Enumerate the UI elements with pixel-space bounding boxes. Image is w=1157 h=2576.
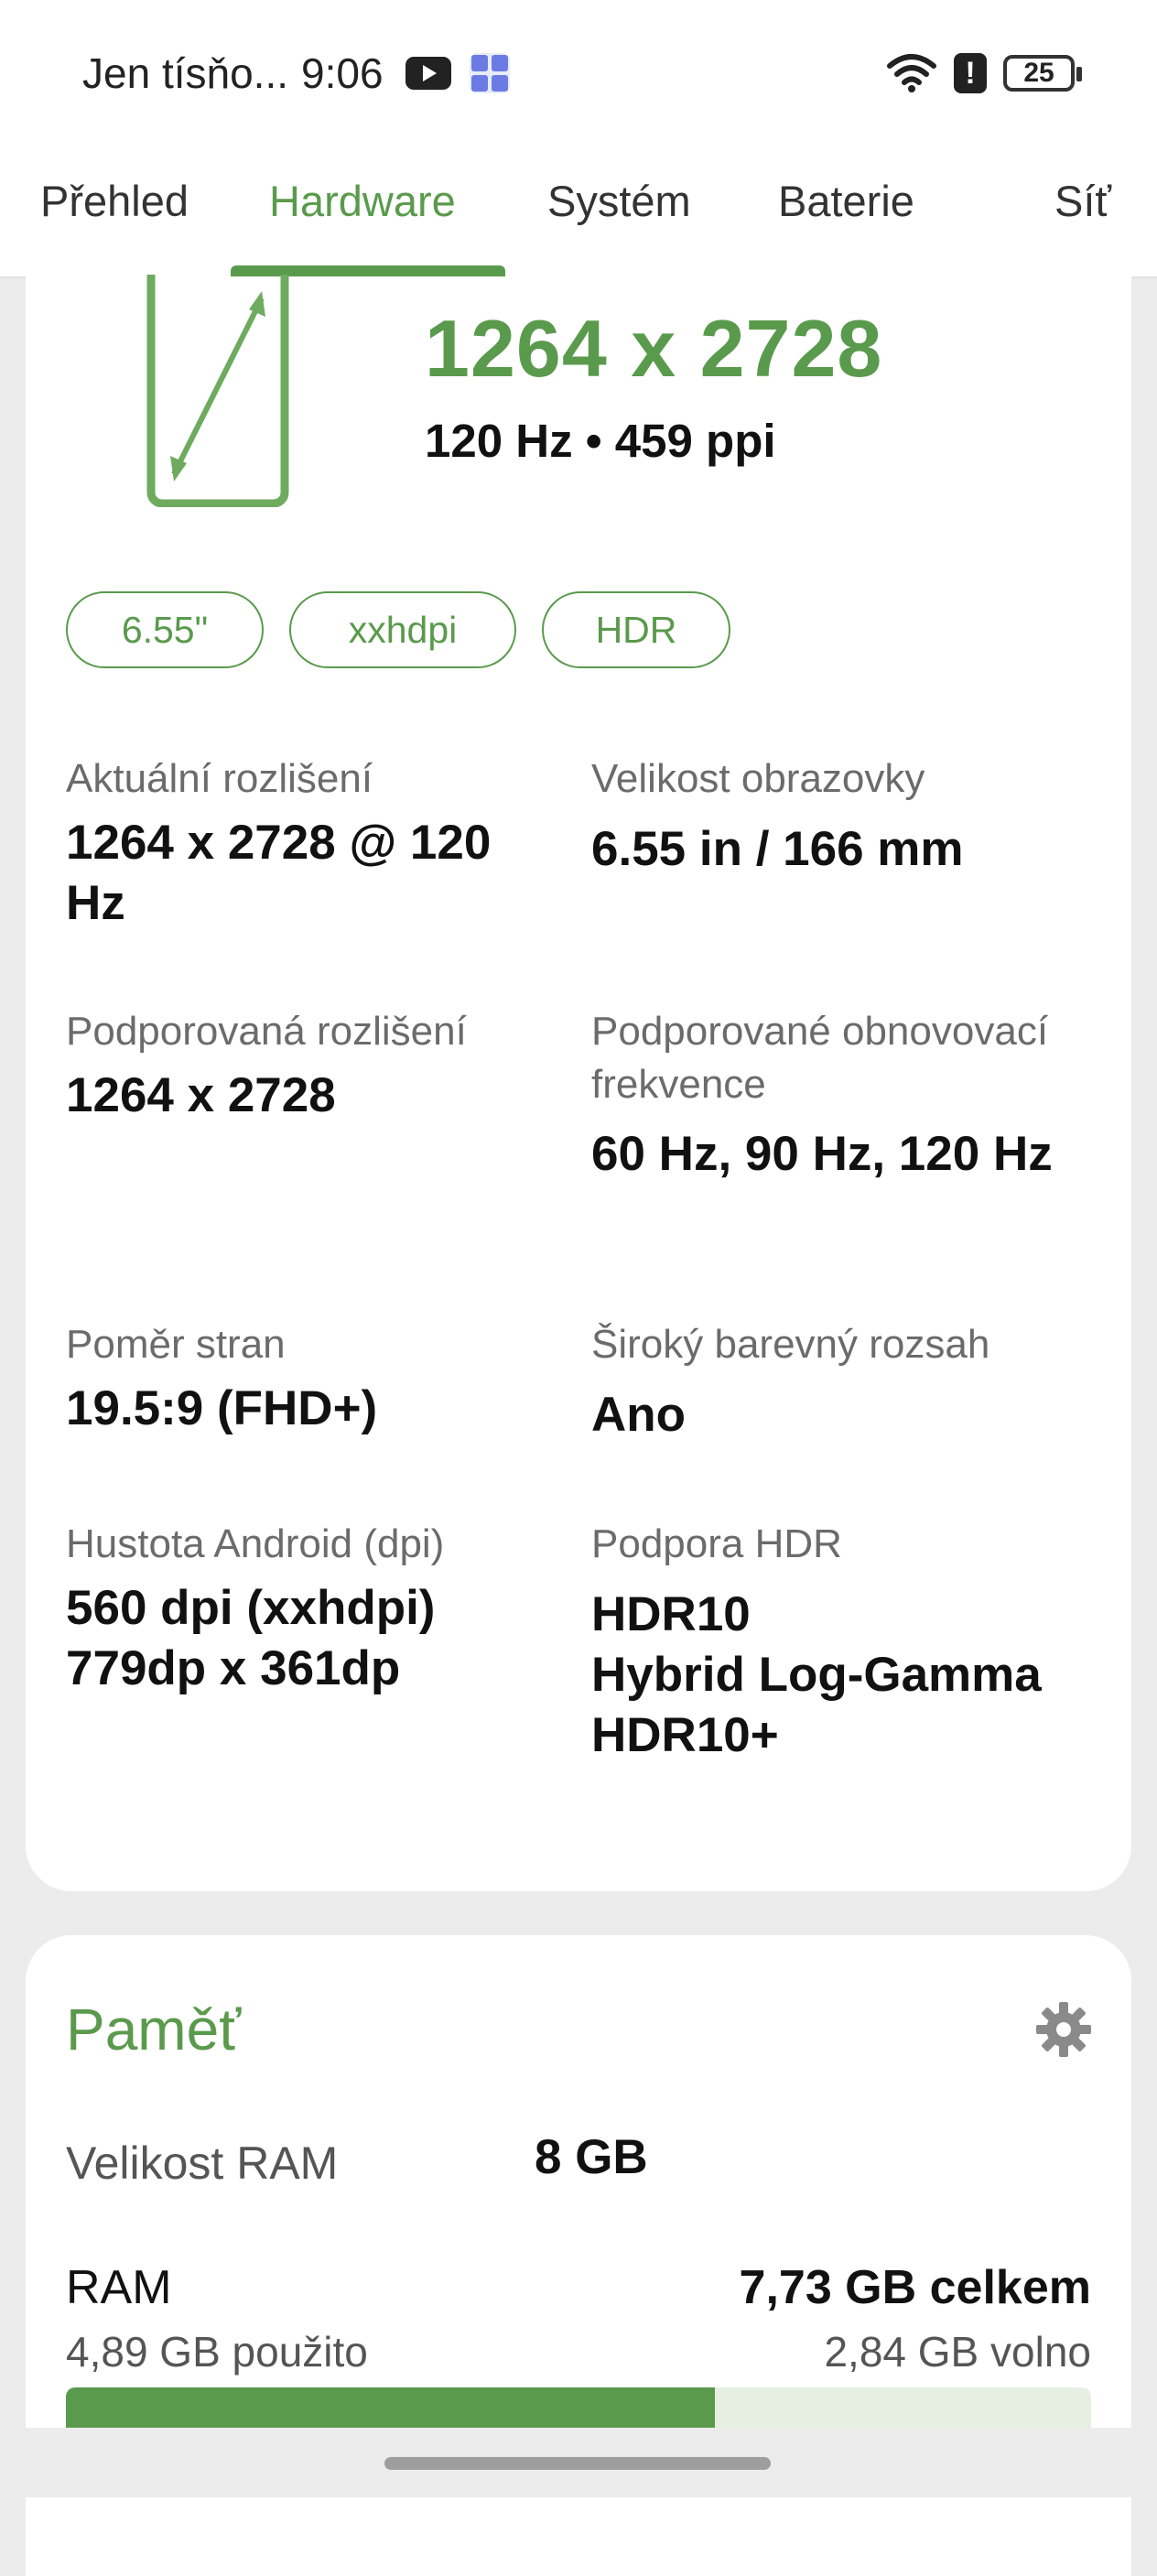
gesture-handle[interactable] xyxy=(384,2457,771,2470)
status-left: Jen tísňo... 9:06 xyxy=(82,46,510,101)
chip-screen-size: 6.55" xyxy=(66,591,264,668)
app-grid-icon xyxy=(469,53,510,93)
density-value-dpi: 560 dpi (xxhdpi) xyxy=(66,1581,436,1635)
supported-resolutions-value: 1264 x 2728 xyxy=(66,1068,336,1122)
ram-size-label: Velikost RAM xyxy=(66,2138,339,2189)
refresh-density-subtitle: 120 Hz • 459 ppi xyxy=(425,415,776,467)
ram-size-value: 8 GB xyxy=(535,2130,648,2184)
screen-size-label: Velikost obrazovky xyxy=(591,756,925,801)
battery-icon: 25 xyxy=(1003,55,1082,92)
tab-network[interactable]: Síť xyxy=(1054,176,1111,226)
wide-color-value: Ano xyxy=(591,1388,687,1442)
youtube-icon xyxy=(405,57,451,90)
chip-density: xxhdpi xyxy=(289,591,516,668)
ram-label: RAM xyxy=(66,2261,172,2314)
density-label: Hustota Android (dpi) xyxy=(66,1521,445,1566)
screen-size-value: 6.55 in / 166 mm xyxy=(591,822,964,876)
tab-system[interactable]: Systém xyxy=(547,176,691,226)
tab-bar: Přehled Hardware Systém Baterie Síť xyxy=(0,146,1157,278)
status-right: ! 25 xyxy=(886,48,1082,99)
hdr-value-1: HDR10 xyxy=(591,1587,751,1641)
ram-total: 7,73 GB celkem xyxy=(739,2261,1091,2314)
aspect-ratio-value: 19.5:9 (FHD+) xyxy=(66,1381,378,1435)
current-resolution-value: 1264 x 2728 @ 120 Hz xyxy=(66,816,492,930)
status-bar: Jen tísňo... 9:06 ! 25 xyxy=(0,0,1157,146)
tab-hardware[interactable]: Hardware xyxy=(269,176,456,226)
refresh-rates-label: Podporované obnovovací frekvence xyxy=(591,1009,1049,1107)
hdr-label: Podpora HDR xyxy=(591,1521,842,1566)
aspect-ratio-label: Poměr stran xyxy=(66,1322,286,1367)
hdr-value-3: HDR10+ xyxy=(591,1708,779,1762)
tab-overview[interactable]: Přehled xyxy=(40,176,189,226)
clock: 9:06 xyxy=(301,49,384,97)
battery-level: 25 xyxy=(1023,58,1054,88)
wide-color-label: Široký barevný rozsah xyxy=(591,1322,990,1367)
carrier-text: Jen tísňo... xyxy=(82,49,289,97)
tab-battery[interactable]: Baterie xyxy=(778,176,914,226)
refresh-rates-value: 60 Hz, 90 Hz, 120 Hz xyxy=(591,1127,1053,1181)
screen-diagonal-icon xyxy=(146,275,289,507)
wifi-icon xyxy=(887,54,936,92)
current-resolution-label: Aktuální rozlišení xyxy=(66,756,373,801)
resolution-headline: 1264 x 2728 xyxy=(425,303,883,394)
ram-used: 4,89 GB použito xyxy=(66,2328,368,2376)
gear-icon[interactable] xyxy=(1034,2000,1093,2059)
alert-icon: ! xyxy=(954,53,987,93)
ram-free: 2,84 GB volno xyxy=(824,2328,1091,2376)
hdr-value-2: Hybrid Log-Gamma xyxy=(591,1648,1042,1702)
memory-title: Paměť xyxy=(66,1997,242,2062)
density-value-dp: 779dp x 361dp xyxy=(66,1641,401,1695)
supported-resolutions-label: Podporovaná rozlišení xyxy=(66,1009,467,1054)
chip-hdr: HDR xyxy=(542,591,730,668)
